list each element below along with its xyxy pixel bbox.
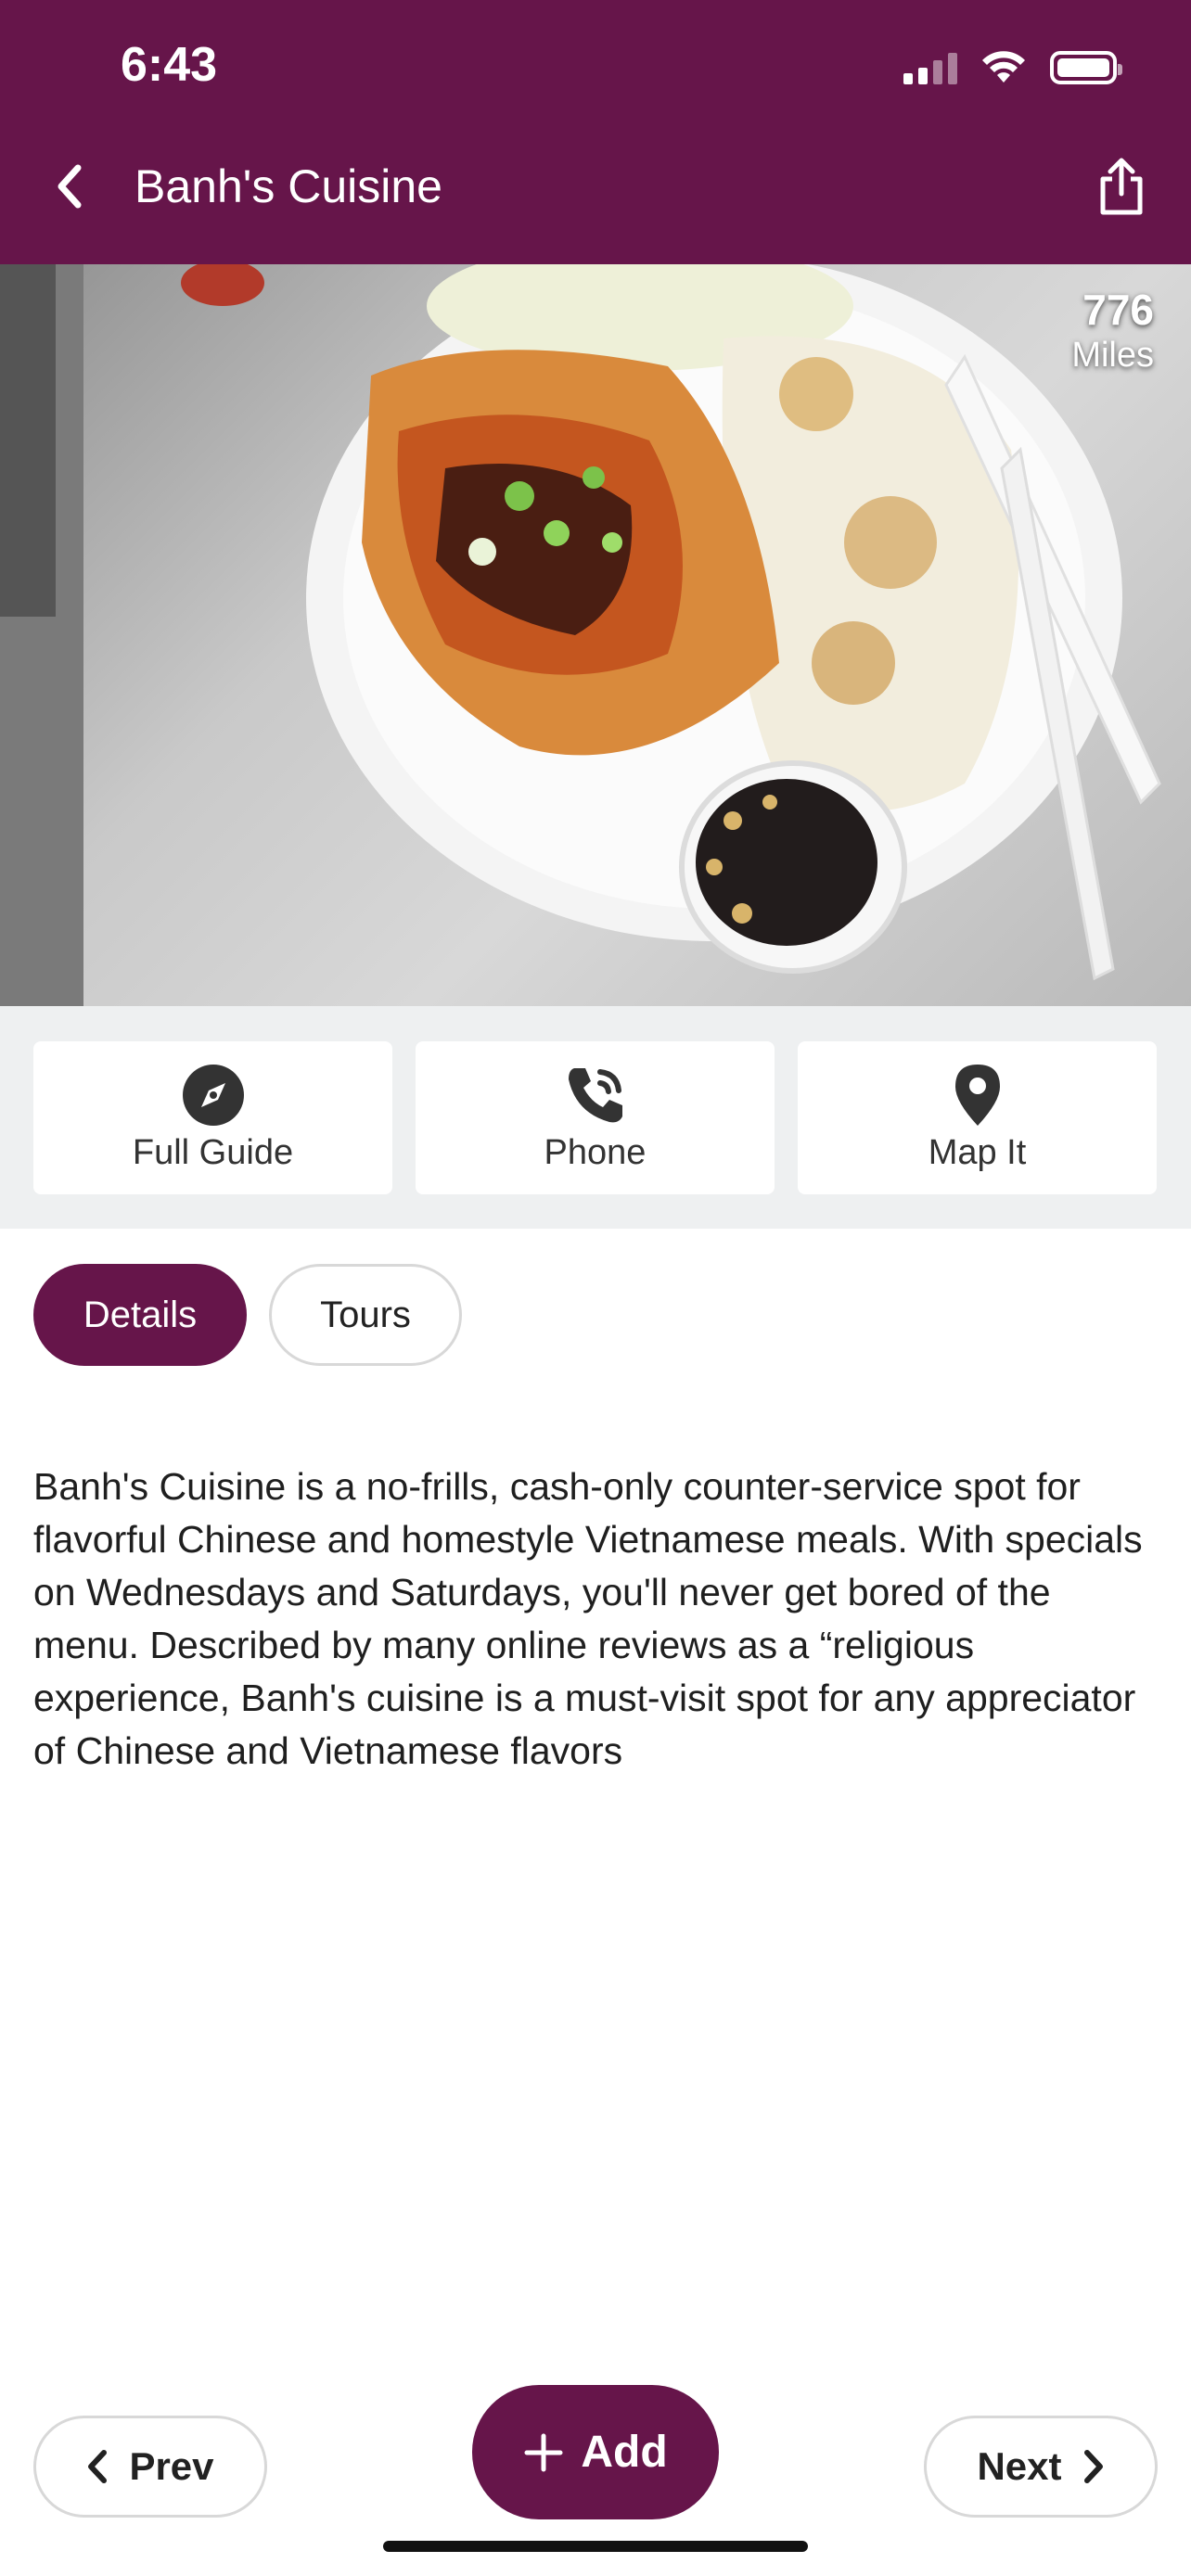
phone-label: Phone (544, 1133, 647, 1172)
status-time: 6:43 (121, 38, 218, 92)
share-button[interactable] (1091, 152, 1152, 223)
full-guide-label: Full Guide (132, 1133, 294, 1172)
hero-image: 776 Miles (0, 264, 1191, 1006)
page-title: Banh's Cuisine (134, 160, 442, 212)
map-pin-icon (954, 1065, 1000, 1126)
phone-icon (568, 1068, 622, 1123)
phone-button[interactable]: Phone (416, 1041, 775, 1194)
status-icons (903, 45, 1122, 91)
next-button[interactable]: Next (924, 2416, 1158, 2518)
share-icon (1100, 158, 1143, 215)
wifi-icon (982, 51, 1025, 83)
app-header: 6:43 Banh's Cuisine (0, 0, 1191, 264)
prev-button[interactable]: Prev (33, 2416, 267, 2518)
chevron-right-icon (1083, 2450, 1103, 2483)
chevron-left-icon (88, 2450, 108, 2483)
plus-icon (524, 2433, 563, 2471)
distance-badge: 776 Miles (1071, 285, 1154, 376)
prev-label: Prev (129, 2444, 214, 2488)
map-it-button[interactable]: Map It (798, 1041, 1157, 1194)
distance-unit: Miles (1071, 336, 1154, 375)
chevron-left-icon (58, 164, 82, 209)
distance-value: 776 (1082, 286, 1154, 334)
battery-icon (1050, 51, 1122, 84)
tab-details[interactable]: Details (33, 1264, 247, 1366)
food-photo (0, 264, 1161, 1006)
content-tabs: Details Tours (33, 1264, 462, 1366)
tab-tours[interactable]: Tours (269, 1264, 462, 1366)
action-bar: Full Guide Phone Map It (0, 1006, 1191, 1229)
add-button[interactable]: Add (472, 2385, 719, 2519)
map-it-label: Map It (928, 1133, 1027, 1172)
home-indicator (383, 2541, 808, 2552)
back-button[interactable] (46, 156, 93, 217)
place-description: Banh's Cuisine is a no-frills, cash-only… (33, 1465, 1143, 1772)
next-label: Next (977, 2444, 1062, 2488)
cellular-signal-icon (903, 51, 957, 84)
compass-icon (182, 1065, 244, 1126)
full-guide-button[interactable]: Full Guide (33, 1041, 392, 1194)
add-label: Add (581, 2428, 668, 2477)
